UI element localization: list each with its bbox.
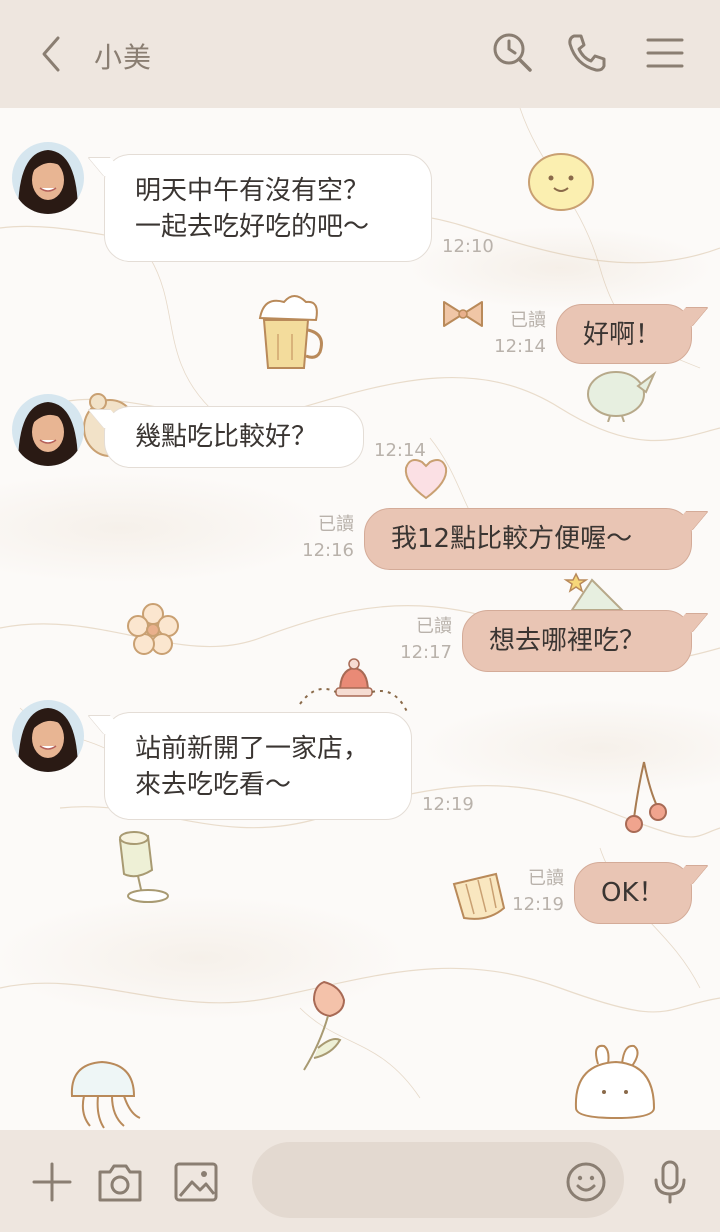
contact-avatar[interactable]	[12, 394, 84, 466]
message-time: 12:19	[512, 894, 564, 915]
message-time: 12:10	[442, 236, 494, 257]
input-bar	[0, 1130, 720, 1232]
chat-title: 小美	[94, 41, 153, 74]
jellyfish-icon	[70, 1060, 141, 1129]
read-receipt: 已讀	[318, 514, 354, 535]
drink-glass-icon	[118, 831, 169, 903]
message-meta: 已讀 12:19	[512, 866, 564, 918]
search-button[interactable]	[490, 30, 536, 76]
message-bubble-outgoing[interactable]: 我12點比較方便喔～	[364, 508, 692, 570]
search-icon	[493, 33, 532, 72]
bunny-icon	[574, 1044, 656, 1120]
read-receipt: 已讀	[416, 616, 452, 637]
image-button[interactable]	[172, 1158, 220, 1206]
message-meta: 已讀 12:16	[302, 512, 354, 564]
message-bubble-outgoing[interactable]: 好啊！	[556, 304, 692, 364]
heart-icon	[404, 459, 448, 500]
bird-icon	[587, 370, 657, 422]
cherry-icon	[625, 761, 667, 833]
chevron-left-icon	[42, 36, 60, 72]
plus-icon	[32, 1162, 72, 1202]
message-time: 12:19	[422, 794, 474, 815]
chat-area[interactable]: 明天中午有沒有空？ 一起去吃好吃的吧～ 12:10 已讀 12:14 好啊！ 幾…	[0, 108, 720, 1130]
message-time: 12:16	[302, 540, 354, 561]
voice-button[interactable]	[646, 1158, 694, 1206]
bow-icon	[443, 301, 483, 327]
beer-mug-icon	[258, 295, 323, 369]
read-receipt: 已讀	[510, 310, 546, 331]
add-button[interactable]	[28, 1158, 76, 1206]
camera-button[interactable]	[96, 1158, 144, 1206]
message-time: 12:14	[494, 336, 546, 357]
flower-icon	[127, 603, 179, 655]
emoji-icon	[566, 1162, 606, 1202]
camera-icon	[98, 1164, 142, 1202]
message-bubble-incoming[interactable]: 幾點吃比較好？	[104, 406, 364, 468]
chat-header: 小美	[0, 0, 720, 108]
message-meta: 已讀 12:17	[400, 614, 452, 666]
message-bubble-outgoing[interactable]: OK！	[574, 862, 692, 924]
message-bubble-outgoing[interactable]: 想去哪裡吃？	[462, 610, 692, 672]
emoji-button[interactable]	[564, 1160, 608, 1204]
party-hat-icon	[563, 572, 625, 611]
avatar-photo	[12, 394, 84, 466]
message-bubble-incoming[interactable]: 明天中午有沒有空？ 一起去吃好吃的吧～	[104, 154, 432, 262]
contact-avatar[interactable]	[12, 700, 84, 772]
back-button[interactable]	[32, 32, 72, 76]
message-bubble-incoming[interactable]: 站前新開了一家店， 來去吃吃看～	[104, 712, 412, 820]
menu-icon	[646, 38, 684, 68]
microphone-icon	[654, 1160, 686, 1204]
message-meta: 已讀 12:14	[494, 308, 546, 360]
pudding-icon	[452, 872, 506, 920]
smiley-sticker-icon	[528, 153, 594, 211]
menu-button[interactable]	[642, 30, 688, 76]
call-button[interactable]	[564, 30, 610, 76]
avatar-photo	[12, 700, 84, 772]
read-receipt: 已讀	[528, 868, 564, 889]
tulip-icon	[303, 980, 346, 1071]
contact-avatar[interactable]	[12, 142, 84, 214]
avatar-photo	[12, 142, 84, 214]
message-time: 12:14	[374, 440, 426, 461]
message-time: 12:17	[400, 642, 452, 663]
image-icon	[174, 1162, 218, 1202]
phone-icon	[568, 34, 606, 72]
